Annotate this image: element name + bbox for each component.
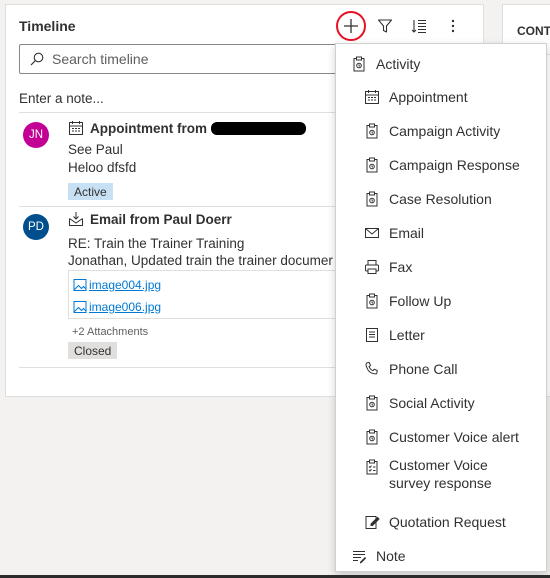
redacted-name: [211, 121, 306, 135]
calendar-icon: [363, 88, 381, 106]
clipboard-icon: [363, 394, 381, 412]
menu-item-label: Phone Call: [389, 361, 458, 377]
record-header: Appointment from: [68, 120, 306, 136]
sort-icon: [411, 19, 426, 34]
record-subject: RE: Train the Trainer Training: [68, 236, 245, 251]
menu-item-label: Fax: [389, 259, 413, 275]
menu-item-customer-voice-survey-response[interactable]: Customer Voice survey response: [336, 456, 546, 500]
email-received-icon: [69, 212, 83, 226]
more-vertical-icon: [451, 19, 455, 33]
menu-item-quotation-request[interactable]: Quotation Request: [336, 507, 546, 537]
plus-icon: [344, 19, 358, 33]
menu-item-social-activity[interactable]: Social Activity: [336, 388, 546, 418]
record-description: Jonathan, Updated train the trainer docu…: [68, 253, 333, 268]
menu-item-label: Activity: [376, 56, 421, 72]
letter-icon: [363, 326, 381, 344]
envelope-icon: [363, 224, 381, 242]
record-subject: See Paul: [68, 142, 123, 157]
menu-item-label: Note: [376, 548, 406, 564]
add-activity-menu: Activity Appointment Campaign Activity Camp…: [335, 43, 547, 572]
record-title: Appointment from: [90, 120, 207, 136]
menu-item-label: Quotation Request: [389, 514, 506, 530]
record-description: Heloo dfsfd: [68, 160, 137, 175]
more-attachments-link[interactable]: +2 Attachments: [72, 326, 148, 338]
clipboard-icon: [363, 428, 381, 446]
menu-item-label: Campaign Activity: [389, 123, 501, 139]
attachment-link[interactable]: image006.jpg: [73, 300, 161, 314]
menu-item-label: Appointment: [389, 89, 468, 105]
note-input[interactable]: [19, 87, 349, 109]
add-activity-button[interactable]: [336, 11, 366, 41]
search-input[interactable]: [50, 50, 330, 68]
note-icon: [350, 547, 368, 565]
menu-item-letter[interactable]: Letter: [336, 320, 546, 350]
panel-title: CONT: [517, 24, 550, 38]
menu-item-appointment[interactable]: Appointment: [336, 82, 546, 112]
image-icon: [73, 279, 87, 291]
search-icon: [30, 52, 44, 66]
menu-item-label: Follow Up: [389, 293, 452, 309]
filter-button[interactable]: [370, 11, 400, 41]
menu-item-campaign-response[interactable]: Campaign Response: [336, 150, 546, 180]
calendar-icon: [69, 121, 83, 135]
menu-item-label: Campaign Response: [389, 157, 520, 173]
filter-icon: [377, 19, 393, 33]
menu-item-label: Letter: [389, 327, 425, 343]
attachment-name: image006.jpg: [89, 300, 162, 314]
menu-item-phone-call[interactable]: Phone Call: [336, 354, 546, 384]
survey-icon: [363, 458, 381, 476]
phone-icon: [363, 360, 381, 378]
menu-item-customer-voice-alert[interactable]: Customer Voice alert: [336, 422, 546, 452]
sort-button[interactable]: [404, 11, 434, 41]
quote-edit-icon: [363, 513, 381, 531]
status-badge: Closed: [68, 342, 118, 359]
more-options-button[interactable]: [438, 11, 468, 41]
menu-item-email[interactable]: Email: [336, 218, 546, 248]
menu-item-label: Customer Voice alert: [389, 429, 519, 445]
menu-item-case-resolution[interactable]: Case Resolution: [336, 184, 546, 214]
status-badge: Active: [68, 183, 113, 200]
clipboard-icon: [350, 55, 368, 73]
avatar: PD: [23, 214, 49, 240]
attachment-link[interactable]: image004.jpg: [73, 278, 161, 292]
menu-item-label: Customer Voice survey response: [389, 457, 492, 491]
menu-item-campaign-activity[interactable]: Campaign Activity: [336, 116, 546, 146]
avatar: JN: [23, 122, 49, 148]
image-icon: [73, 301, 87, 313]
attachment-name: image004.jpg: [89, 278, 162, 292]
menu-item-note[interactable]: Note: [336, 541, 546, 571]
menu-item-follow-up[interactable]: Follow Up: [336, 286, 546, 316]
timeline-title: Timeline: [19, 18, 76, 34]
search-box: [19, 44, 349, 74]
record-title: Email from Paul Doerr: [90, 211, 232, 227]
clipboard-icon: [363, 190, 381, 208]
clipboard-icon: [363, 292, 381, 310]
fax-icon: [363, 258, 381, 276]
menu-item-label: Social Activity: [389, 395, 475, 411]
clipboard-icon: [363, 156, 381, 174]
menu-item-label: Case Resolution: [389, 191, 492, 207]
menu-item-label: Email: [389, 225, 425, 241]
menu-item-fax[interactable]: Fax: [336, 252, 546, 282]
menu-item-activity[interactable]: Activity: [336, 49, 546, 79]
clipboard-icon: [363, 122, 381, 140]
attachments-box: image004.jpg image006.jpg: [68, 270, 352, 319]
record-header: Email from Paul Doerr: [68, 211, 232, 227]
timeline-toolbar: [336, 11, 472, 41]
